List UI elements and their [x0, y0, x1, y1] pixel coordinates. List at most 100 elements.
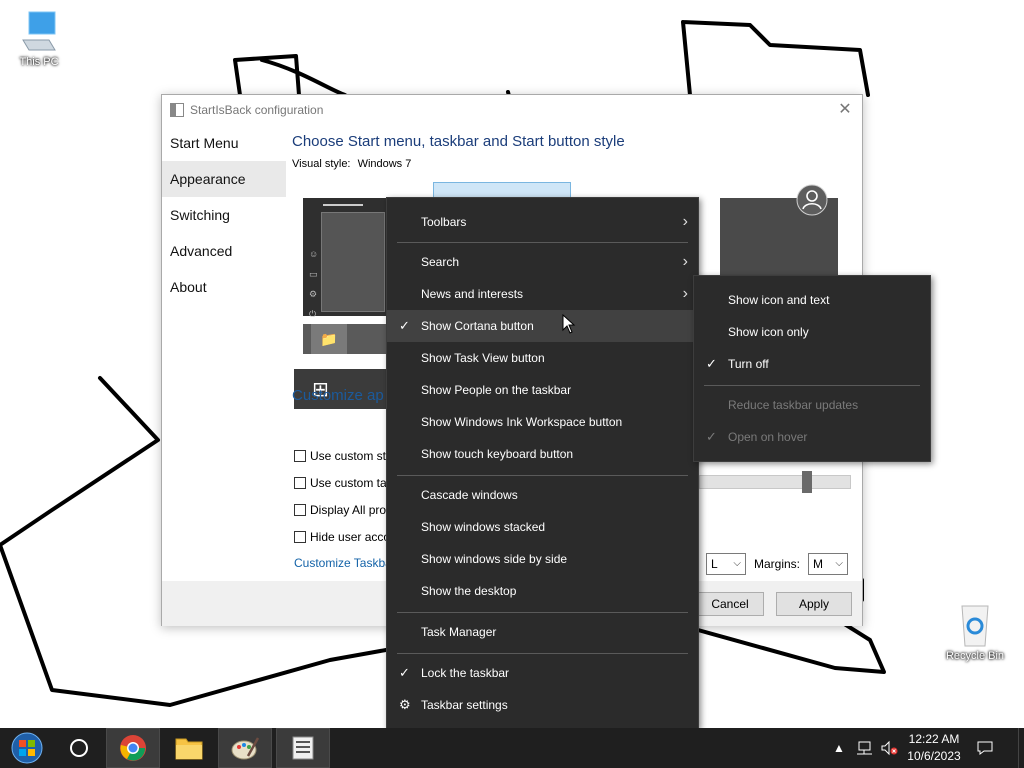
style-thumbnail-right[interactable] [720, 184, 838, 278]
chevron-down-icon: ⌵ [733, 558, 741, 569]
news-and-interests-submenu: Show icon and text Show icon only ✓ Turn … [693, 275, 931, 462]
margins-label: Margins: [754, 557, 801, 571]
submenu-item-show-icon-only[interactable]: Show icon only [694, 316, 930, 348]
taskbar-app-file-explorer[interactable] [162, 728, 216, 768]
app-icon [170, 103, 184, 117]
menu-item-show-desktop[interactable]: Show the desktop [387, 575, 698, 607]
submenu-item-show-icon-and-text[interactable]: Show icon and text [694, 284, 930, 316]
menu-item-toolbars[interactable]: Toolbars › [387, 206, 698, 238]
menu-item-show-ink-workspace[interactable]: Show Windows Ink Workspace button [387, 406, 698, 438]
volume-muted-icon[interactable] [878, 728, 900, 768]
menu-item-show-people[interactable]: Show People on the taskbar [387, 374, 698, 406]
menu-item-label: Open on hover [728, 430, 808, 444]
checkbox-custom-taskbar[interactable]: Use custom ta [294, 476, 387, 490]
action-center-icon[interactable] [974, 728, 996, 768]
taskbar-app-startisback-config[interactable] [276, 728, 330, 768]
style-thumbnail-preview-selected[interactable] [433, 182, 571, 198]
appearance-panel: Choose Start menu, taskbar and Start but… [292, 133, 860, 170]
checkbox-hide-user-account[interactable]: Hide user acco [294, 530, 390, 544]
menu-item-taskbar-settings[interactable]: ⚙ Taskbar settings [387, 689, 698, 721]
desktop-icon-recycle-bin[interactable]: Recycle Bin [938, 600, 1012, 662]
taskbar: ▲ 12:22 AM 10/6/2023 [0, 728, 1024, 768]
apply-button[interactable]: Apply [776, 592, 852, 616]
menu-item-label: Show windows side by side [421, 552, 568, 566]
nav-item-switching[interactable]: Switching [162, 197, 286, 233]
checkmark-icon: ✓ [706, 356, 717, 371]
menu-item-cascade-windows[interactable]: Cascade windows [387, 479, 698, 511]
recycle-bin-icon [961, 605, 989, 647]
start-orb-icon [11, 732, 43, 764]
visual-style-value[interactable]: Windows 7 [358, 158, 412, 170]
window-title: StartIsBack configuration [190, 103, 324, 117]
menu-item-news-and-interests[interactable]: News and interests › [387, 278, 698, 310]
taskbar-clock[interactable]: 12:22 AM 10/6/2023 [900, 731, 968, 765]
menu-item-show-task-view-button[interactable]: Show Task View button [387, 342, 698, 374]
menu-item-label: Show touch keyboard button [421, 447, 574, 461]
page-title: Choose Start menu, taskbar and Start but… [292, 133, 625, 150]
clock-date: 10/6/2023 [907, 749, 961, 763]
cortana-button[interactable] [52, 728, 106, 768]
show-desktop-button[interactable] [1018, 728, 1024, 768]
desktop-icon-label: Recycle Bin [945, 650, 1005, 662]
customize-taskbar-link[interactable]: Customize Taskba [294, 556, 392, 570]
menu-item-search[interactable]: Search › [387, 246, 698, 278]
checkbox-display-all-programs[interactable]: Display All pro [294, 503, 386, 517]
nav-item-about[interactable]: About [162, 269, 286, 305]
slider-track[interactable] [699, 475, 851, 489]
nav-item-advanced[interactable]: Advanced [162, 233, 286, 269]
computer-icon [22, 11, 56, 51]
menu-item-show-windows-side-by-side[interactable]: Show windows side by side [387, 543, 698, 575]
menu-item-task-manager[interactable]: Task Manager [387, 616, 698, 648]
close-icon[interactable]: ✕ [834, 99, 856, 121]
network-icon[interactable] [854, 728, 876, 768]
thumbnail-side-icons: ☺ ▭ ⚙ ⏻ [309, 249, 319, 319]
checkbox-custom-start[interactable]: Use custom st [294, 449, 386, 463]
startisback-config-icon [292, 736, 314, 760]
cancel-button[interactable]: Cancel [696, 592, 764, 616]
show-hidden-icons-chevron-up-icon[interactable]: ▲ [832, 728, 846, 768]
user-avatar-icon [796, 184, 828, 216]
menu-item-lock-taskbar[interactable]: ✓ Lock the taskbar [387, 657, 698, 689]
submenu-item-reduce-taskbar-updates: Reduce taskbar updates [694, 389, 930, 421]
mouse-cursor-icon [562, 314, 576, 334]
taskbar-app-chrome[interactable] [106, 728, 160, 768]
cortana-circle-icon [70, 739, 88, 757]
menu-item-show-windows-stacked[interactable]: Show windows stacked [387, 511, 698, 543]
menu-separator [397, 475, 688, 476]
checkbox-box[interactable] [294, 450, 306, 462]
menu-item-label: Show People on the taskbar [421, 383, 572, 397]
checkmark-icon: ✓ [399, 318, 410, 333]
menu-item-label: Turn off [728, 357, 769, 371]
menu-item-show-touch-keyboard[interactable]: Show touch keyboard button [387, 438, 698, 470]
start-button[interactable] [0, 728, 54, 768]
paint-icon [231, 737, 260, 760]
menu-item-label: Show icon and text [728, 293, 830, 307]
menu-separator [397, 612, 688, 613]
gear-icon: ⚙ [399, 697, 411, 712]
desktop-icon-this-pc[interactable]: This PC [2, 10, 76, 68]
menu-separator [397, 242, 688, 243]
margins-select-value: M [813, 557, 823, 571]
size-select[interactable]: L ⌵ [706, 553, 746, 575]
taskbar-app-paint[interactable] [218, 728, 272, 768]
menu-item-label: Show windows stacked [421, 520, 546, 534]
visual-style-label: Visual style: [292, 158, 351, 170]
nav-item-appearance[interactable]: Appearance [162, 161, 286, 197]
menu-item-label: Lock the taskbar [421, 666, 510, 680]
checkbox-label: Use custom st [310, 449, 387, 463]
margins-select[interactable]: M ⌵ [808, 553, 848, 575]
chevron-right-icon: › [682, 213, 688, 230]
menu-separator [397, 653, 688, 654]
menu-item-show-cortana-button[interactable]: ✓ Show Cortana button [387, 310, 698, 342]
style-thumbnail-taskbar[interactable]: 📁 [303, 324, 389, 354]
submenu-item-turn-off[interactable]: ✓ Turn off [694, 348, 930, 380]
style-thumbnail-win10[interactable]: ☺ ▭ ⚙ ⏻ [303, 198, 389, 319]
window-titlebar[interactable]: StartIsBack configuration ✕ [162, 95, 862, 125]
menu-item-label: News and interests [421, 287, 524, 301]
nav-item-start-menu[interactable]: Start Menu [162, 125, 286, 161]
checkbox-box[interactable] [294, 504, 306, 516]
checkbox-box[interactable] [294, 477, 306, 489]
sidebar-nav: Start Menu Appearance Switching Advanced… [162, 125, 286, 305]
checkbox-box[interactable] [294, 531, 306, 543]
slider-thumb[interactable] [802, 471, 812, 493]
